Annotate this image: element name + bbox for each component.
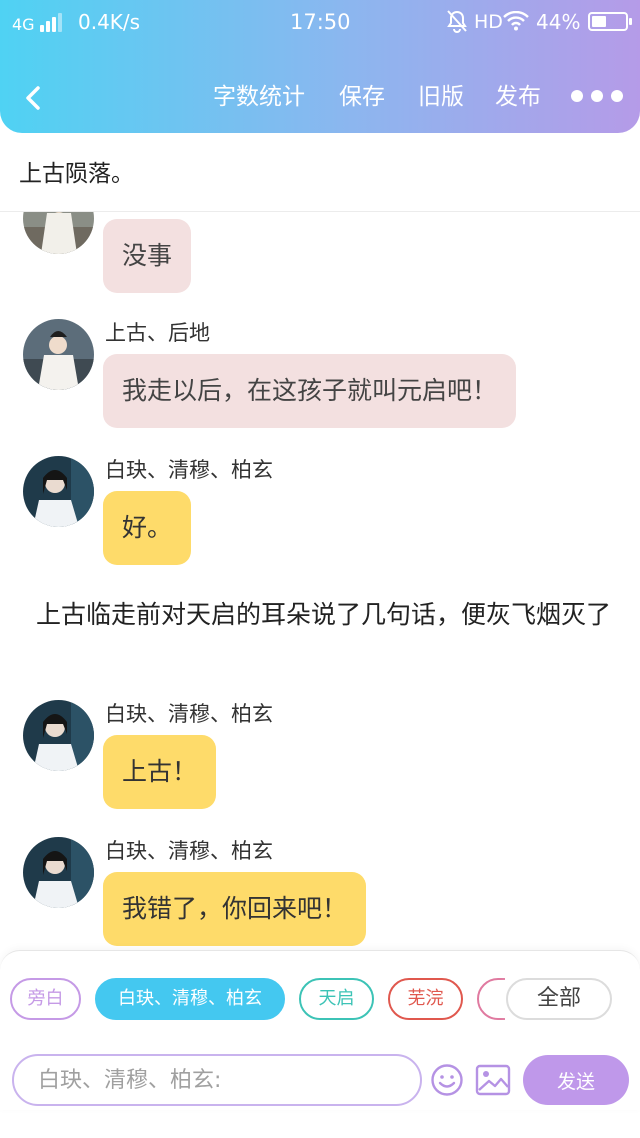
signal-icon [40,12,66,32]
network-type: 4G [12,15,35,34]
message-bubble[interactable]: 上古！ [103,735,217,809]
role-chip-partial[interactable]: 凤 [477,978,505,1020]
message-item[interactable]: 白玦、清穆、柏玄 上古！ [0,698,640,818]
clock: 17:50 [290,10,351,34]
avatar[interactable] [23,837,94,908]
avatar[interactable] [23,456,94,527]
word-count-button[interactable]: 字数统计 [213,82,305,112]
hd-indicator: HD [474,11,503,33]
send-button[interactable]: 发送 [523,1055,629,1105]
message-item[interactable]: 没事 [0,212,640,294]
message-input[interactable] [12,1054,422,1106]
composer-panel: 旁白 白玦、清穆、柏玄 天启 芜浣 凤 全部 发送 [0,950,640,1110]
old-version-button[interactable]: 旧版 [418,82,464,112]
app-header: 4G 0.4K/s 17:50 HD 44% 字数统计 保存 旧版 发布 [0,0,640,133]
avatar[interactable] [23,700,94,771]
speaker-name: 白玦、清穆、柏玄 [105,702,273,726]
avatar[interactable] [23,319,94,390]
mute-icon [446,9,468,33]
speaker-name: 白玦、清穆、柏玄 [105,458,273,482]
status-bar: 4G 0.4K/s 17:50 HD 44% [0,0,640,44]
message-item[interactable]: 白玦、清穆、柏玄 我错了，你回来吧！ [0,835,640,947]
message-bubble[interactable]: 我走以后，在这孩子就叫元启吧！ [103,354,517,428]
role-chip-wuhuan[interactable]: 芜浣 [388,978,463,1020]
role-selector[interactable]: 旁白 白玦、清穆、柏玄 天启 芜浣 凤 [0,978,505,1022]
chapter-title[interactable]: 上古陨落。 [19,158,134,190]
role-chip-baijue[interactable]: 白玦、清穆、柏玄 [95,978,285,1020]
message-bubble[interactable]: 没事 [103,219,192,293]
back-icon[interactable] [18,82,50,114]
message-feed[interactable]: 没事 上古、后地 我走以后，在这孩子就叫元启吧！ 白玦、清穆、柏玄 好。 上古临… [0,212,640,947]
all-roles-button[interactable]: 全部 [506,978,612,1020]
role-chip-narrator[interactable]: 旁白 [10,978,81,1020]
message-bubble[interactable]: 好。 [103,491,192,565]
publish-button[interactable]: 发布 [495,82,541,112]
editor-toolbar: 字数统计 保存 旧版 发布 [0,70,640,126]
emoji-icon[interactable] [430,1063,464,1097]
battery-percent: 44% [536,10,581,34]
speaker-name: 上古、后地 [105,321,210,345]
avatar[interactable] [23,212,94,254]
speaker-name: 白玦、清穆、柏玄 [105,839,273,863]
message-bubble[interactable]: 我错了，你回来吧！ [103,872,367,946]
battery-icon [588,12,632,31]
image-icon[interactable] [475,1063,511,1097]
save-button[interactable]: 保存 [339,82,385,112]
wifi-icon [503,10,529,31]
more-icon[interactable] [571,90,623,104]
network-speed: 0.4K/s [78,10,141,34]
narration-text[interactable]: 上古临走前对天启的耳朵说了几句话，便灰飞烟灭了 [36,598,616,632]
role-chip-tianqi[interactable]: 天启 [299,978,374,1020]
message-item[interactable]: 上古、后地 我走以后，在这孩子就叫元启吧！ [0,317,640,437]
message-item[interactable]: 白玦、清穆、柏玄 好。 [0,454,640,574]
